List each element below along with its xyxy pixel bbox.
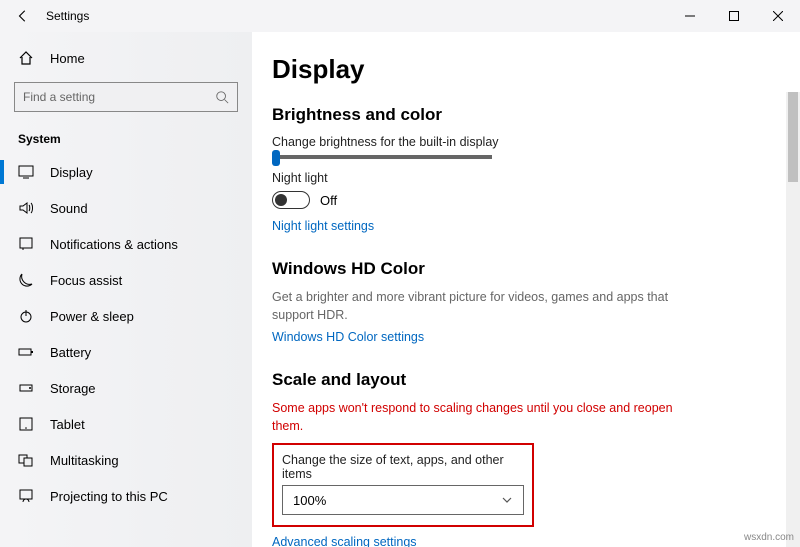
scrollbar-thumb[interactable] <box>788 92 798 182</box>
back-button[interactable] <box>12 9 34 23</box>
sidebar-item-notifications[interactable]: Notifications & actions <box>0 226 252 262</box>
notifications-icon <box>18 236 34 252</box>
watermark: wsxdn.com <box>744 532 794 543</box>
sidebar-item-label: Focus assist <box>50 273 122 288</box>
brightness-slider[interactable] <box>272 155 492 159</box>
night-light-toggle[interactable] <box>272 191 310 209</box>
hdcolor-link[interactable]: Windows HD Color settings <box>272 330 780 344</box>
hdcolor-heading: Windows HD Color <box>272 259 780 279</box>
advanced-scaling-link[interactable]: Advanced scaling settings <box>272 535 780 547</box>
battery-icon <box>18 344 34 360</box>
sidebar-item-power-sleep[interactable]: Power & sleep <box>0 298 252 334</box>
sidebar-item-storage[interactable]: Storage <box>0 370 252 406</box>
projecting-icon <box>18 488 34 504</box>
sidebar-item-tablet[interactable]: Tablet <box>0 406 252 442</box>
scale-heading: Scale and layout <box>272 370 780 390</box>
sidebar-item-display[interactable]: Display <box>0 154 252 190</box>
search-icon <box>215 90 229 104</box>
category-label: System <box>0 126 252 154</box>
close-button[interactable] <box>756 0 800 32</box>
brightness-slider-label: Change brightness for the built-in displ… <box>272 135 780 149</box>
sound-icon <box>18 200 34 216</box>
storage-icon <box>18 380 34 396</box>
page-title: Display <box>272 54 780 85</box>
sidebar-item-label: Projecting to this PC <box>50 489 168 504</box>
sidebar-item-label: Storage <box>50 381 96 396</box>
night-light-state: Off <box>320 193 337 208</box>
scale-size-label: Change the size of text, apps, and other… <box>282 453 524 481</box>
highlighted-setting: Change the size of text, apps, and other… <box>272 443 534 527</box>
power-icon <box>18 308 34 324</box>
sidebar-item-label: Tablet <box>50 417 85 432</box>
tablet-icon <box>18 416 34 432</box>
home-link[interactable]: Home <box>0 40 252 76</box>
content-area: Display Brightness and color Change brig… <box>252 32 800 547</box>
scrollbar[interactable] <box>786 92 800 547</box>
sidebar-item-label: Power & sleep <box>50 309 134 324</box>
home-icon <box>18 50 34 66</box>
sidebar-item-multitasking[interactable]: Multitasking <box>0 442 252 478</box>
hdcolor-desc: Get a brighter and more vibrant picture … <box>272 289 692 324</box>
sidebar-item-projecting[interactable]: Projecting to this PC <box>0 478 252 514</box>
sidebar-item-label: Multitasking <box>50 453 119 468</box>
slider-thumb[interactable] <box>272 150 280 166</box>
titlebar: Settings <box>0 0 800 32</box>
search-placeholder: Find a setting <box>23 90 95 104</box>
sidebar-item-focus-assist[interactable]: Focus assist <box>0 262 252 298</box>
sidebar: Home Find a setting System Display Sound… <box>0 32 252 547</box>
maximize-button[interactable] <box>712 0 756 32</box>
scale-dropdown[interactable]: 100% <box>282 485 524 515</box>
multitasking-icon <box>18 452 34 468</box>
night-light-label: Night light <box>272 171 780 185</box>
home-label: Home <box>50 51 85 66</box>
scale-warning: Some apps won't respond to scaling chang… <box>272 400 692 435</box>
sidebar-item-label: Display <box>50 165 93 180</box>
scale-value: 100% <box>293 493 326 508</box>
toggle-knob <box>275 194 287 206</box>
search-input[interactable]: Find a setting <box>14 82 238 112</box>
sidebar-item-sound[interactable]: Sound <box>0 190 252 226</box>
window-title: Settings <box>46 9 89 23</box>
display-icon <box>18 164 34 180</box>
sidebar-item-battery[interactable]: Battery <box>0 334 252 370</box>
night-light-settings-link[interactable]: Night light settings <box>272 219 780 233</box>
sidebar-item-label: Notifications & actions <box>50 237 178 252</box>
brightness-heading: Brightness and color <box>272 105 780 125</box>
sidebar-item-label: Battery <box>50 345 91 360</box>
sidebar-item-label: Sound <box>50 201 88 216</box>
chevron-down-icon <box>501 494 513 506</box>
minimize-button[interactable] <box>668 0 712 32</box>
focus-assist-icon <box>18 272 34 288</box>
